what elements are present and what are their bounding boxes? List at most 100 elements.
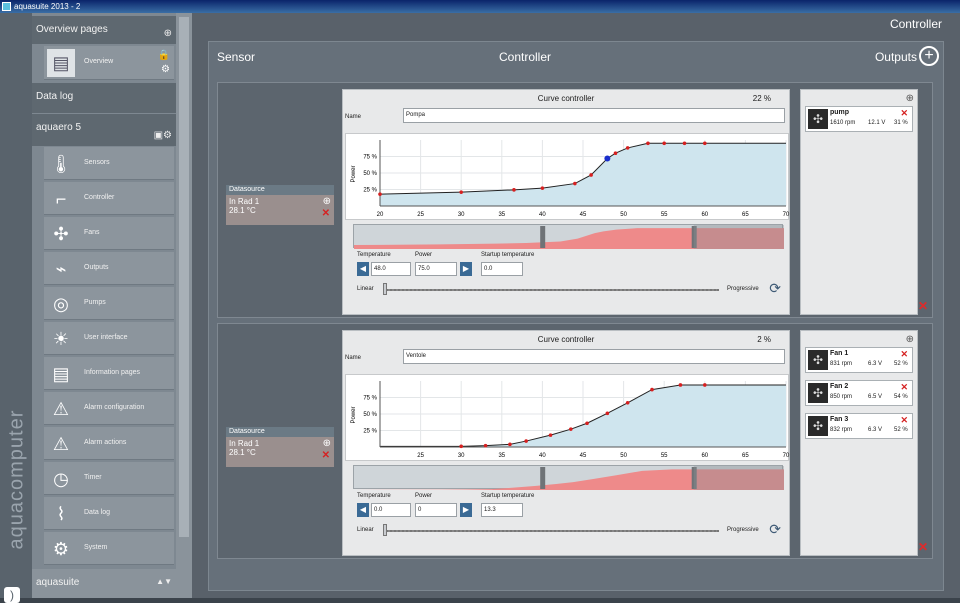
scroll-arrows-icon[interactable]: ▲▼ <box>156 577 172 586</box>
curve-point[interactable] <box>682 141 687 146</box>
sidebar-item-controller[interactable]: ⌐ Controller <box>44 182 174 215</box>
output-item[interactable]: ✣ Fan 2 850 rpm 6.5 V 54 % ✕ <box>805 380 913 406</box>
name-input[interactable]: Pompa <box>403 108 785 123</box>
sidebar-section-data-log[interactable]: Data log <box>32 83 176 113</box>
output-name: Fan 3 <box>830 416 849 423</box>
add-icon[interactable]: ⊕ <box>164 28 172 39</box>
remove-output-icon[interactable]: ✕ <box>900 415 908 426</box>
curve-point[interactable] <box>625 400 630 405</box>
curve-chart[interactable]: 20 25 30 35 40 45 50 55 60 65 70 25 % 50 % 75 % Power <box>346 134 790 221</box>
sidebar-section-aquaero[interactable]: aquaero 5 ▣⚙ <box>32 114 176 146</box>
startup-temperature-input[interactable]: 13.3 <box>481 503 523 517</box>
startup-temperature-input[interactable]: 0.0 <box>481 262 523 276</box>
curve-point[interactable] <box>512 188 516 192</box>
sidebar-item-alarm-actions[interactable]: ⚠ Alarm actions <box>44 427 174 460</box>
curve-point[interactable] <box>703 141 707 146</box>
sidebar-section-overview-pages[interactable]: Overview pages ⊕ <box>32 16 176 44</box>
curve-point[interactable] <box>650 387 654 392</box>
remove-datasource-icon[interactable]: ✕ <box>322 450 330 461</box>
remove-output-icon[interactable]: ✕ <box>900 382 908 393</box>
delete-controller-icon[interactable]: ✕ <box>918 299 928 313</box>
next-point-button[interactable]: ▶ <box>460 503 472 517</box>
curve-point[interactable] <box>524 439 528 443</box>
datasource-card[interactable]: Datasource In Rad 1 28.1 °C ⊕ ✕ <box>226 185 334 225</box>
save-gear-icon[interactable]: ▣⚙ <box>154 130 172 141</box>
sidebar-section-label: aquaero 5 <box>36 122 82 133</box>
curve-plot[interactable]: 20 25 30 35 40 45 50 55 60 65 70 25 % 50 % 75 % Power <box>345 133 790 221</box>
curve-point[interactable] <box>569 427 573 431</box>
power-input[interactable]: 75.0 <box>415 262 457 276</box>
output-item[interactable]: ✣ Fan 1 831 rpm 6.3 V 52 % ✕ <box>805 347 913 373</box>
curve-point[interactable] <box>548 433 553 437</box>
linear-progressive-thumb[interactable] <box>383 524 387 536</box>
datasource-card[interactable]: Datasource In Rad 1 28.1 °C ⊕ ✕ <box>226 427 334 467</box>
sidebar-item-system[interactable]: ⚙ System <box>44 532 174 565</box>
curve-point[interactable] <box>540 186 545 190</box>
slider-handle-start[interactable] <box>540 226 546 248</box>
x-tick-label: 40 <box>539 453 546 459</box>
sidebar-section-aquasuite[interactable]: aquasuite ▲▼ <box>32 569 176 598</box>
lock-icon[interactable]: 🔒 <box>158 50 170 61</box>
curve-point[interactable] <box>678 383 683 387</box>
remove-output-icon[interactable]: ✕ <box>900 108 908 119</box>
curve-point[interactable] <box>605 411 610 416</box>
output-item[interactable]: ✣ Fan 3 832 rpm 6.3 V 52 % ✕ <box>805 413 913 439</box>
slider-handle-start[interactable] <box>540 467 546 489</box>
curve-point[interactable] <box>585 421 589 426</box>
curve-point[interactable] <box>459 190 463 194</box>
refresh-icon[interactable]: ⟳ <box>769 280 781 297</box>
sidebar-item-pumps[interactable]: ◎ Pumps <box>44 287 174 320</box>
curve-point[interactable] <box>703 383 707 387</box>
next-point-button[interactable]: ▶ <box>460 262 472 276</box>
curve-point[interactable] <box>508 442 512 447</box>
curve-selected-point[interactable] <box>604 155 611 162</box>
sidebar-item-outputs[interactable]: ⌁ Outputs <box>44 252 174 285</box>
sidebar-item-data-log[interactable]: ⌇ Data log <box>44 497 174 530</box>
curve-point[interactable] <box>573 181 577 186</box>
curve-plot[interactable]: 25 30 35 40 45 50 55 60 65 70 25 % 50 % 75 % Power <box>345 374 790 462</box>
linear-progressive-slider[interactable] <box>383 289 719 291</box>
sidebar-item-timer[interactable]: ◷ Timer <box>44 462 174 495</box>
temperature-input[interactable]: 48.0 <box>371 262 411 276</box>
linear-progressive-slider[interactable] <box>383 530 719 532</box>
scrollbar-thumb[interactable] <box>179 17 189 537</box>
refresh-icon[interactable]: ⟳ <box>769 521 781 538</box>
curve-point[interactable] <box>378 192 382 196</box>
sidebar-item-user-interface[interactable]: ☀ User interface <box>44 322 174 355</box>
delete-controller-icon[interactable]: ✕ <box>918 540 928 554</box>
curve-point[interactable] <box>589 173 593 177</box>
add-output-icon[interactable]: ⊕ <box>906 334 914 345</box>
remove-datasource-icon[interactable]: ✕ <box>322 208 330 219</box>
sidebar-item-sensors[interactable]: 🌡 Sensors <box>44 147 174 180</box>
curve-point[interactable] <box>625 146 630 150</box>
range-slider[interactable] <box>353 465 784 490</box>
x-tick-label: 55 <box>661 212 668 218</box>
curve-point[interactable] <box>483 443 488 448</box>
curve-point[interactable] <box>459 444 463 449</box>
gear-icon[interactable]: ⚙ <box>161 64 170 75</box>
rss-icon[interactable]: ) <box>4 587 20 603</box>
linear-progressive-thumb[interactable] <box>383 283 387 295</box>
range-slider[interactable] <box>353 224 784 249</box>
sidebar-scrollbar[interactable] <box>176 13 192 598</box>
power-input[interactable]: 0 <box>415 503 457 517</box>
prev-point-button[interactable]: ◀ <box>357 262 369 276</box>
add-output-icon[interactable]: ⊕ <box>906 93 914 104</box>
sidebar-item-alarm-configuration[interactable]: ⚠ Alarm configuration <box>44 392 174 425</box>
sidebar-item-overview[interactable]: ▤ Overview 🔒 ⚙ <box>44 46 174 80</box>
add-datasource-icon[interactable]: ⊕ <box>323 438 331 449</box>
prev-point-button[interactable]: ◀ <box>357 503 369 517</box>
sidebar-item-fans[interactable]: ✣ Fans <box>44 217 174 250</box>
curve-point[interactable] <box>613 151 618 155</box>
add-output-icon[interactable]: + <box>919 46 939 66</box>
output-rpm: 1610 rpm <box>830 120 856 126</box>
temperature-input[interactable]: 0.0 <box>371 503 411 517</box>
name-input[interactable]: Ventole <box>403 349 785 364</box>
remove-output-icon[interactable]: ✕ <box>900 349 908 360</box>
curve-chart[interactable]: 25 30 35 40 45 50 55 60 65 70 25 % 50 % 75 % Power <box>346 375 790 462</box>
curve-point[interactable] <box>646 141 650 146</box>
sidebar-item-information-pages[interactable]: ▤ Information pages <box>44 357 174 390</box>
add-datasource-icon[interactable]: ⊕ <box>323 196 331 207</box>
output-item[interactable]: ✣ pump 1610 rpm 12.1 V 31 % ✕ <box>805 106 913 132</box>
curve-point[interactable] <box>662 141 666 146</box>
